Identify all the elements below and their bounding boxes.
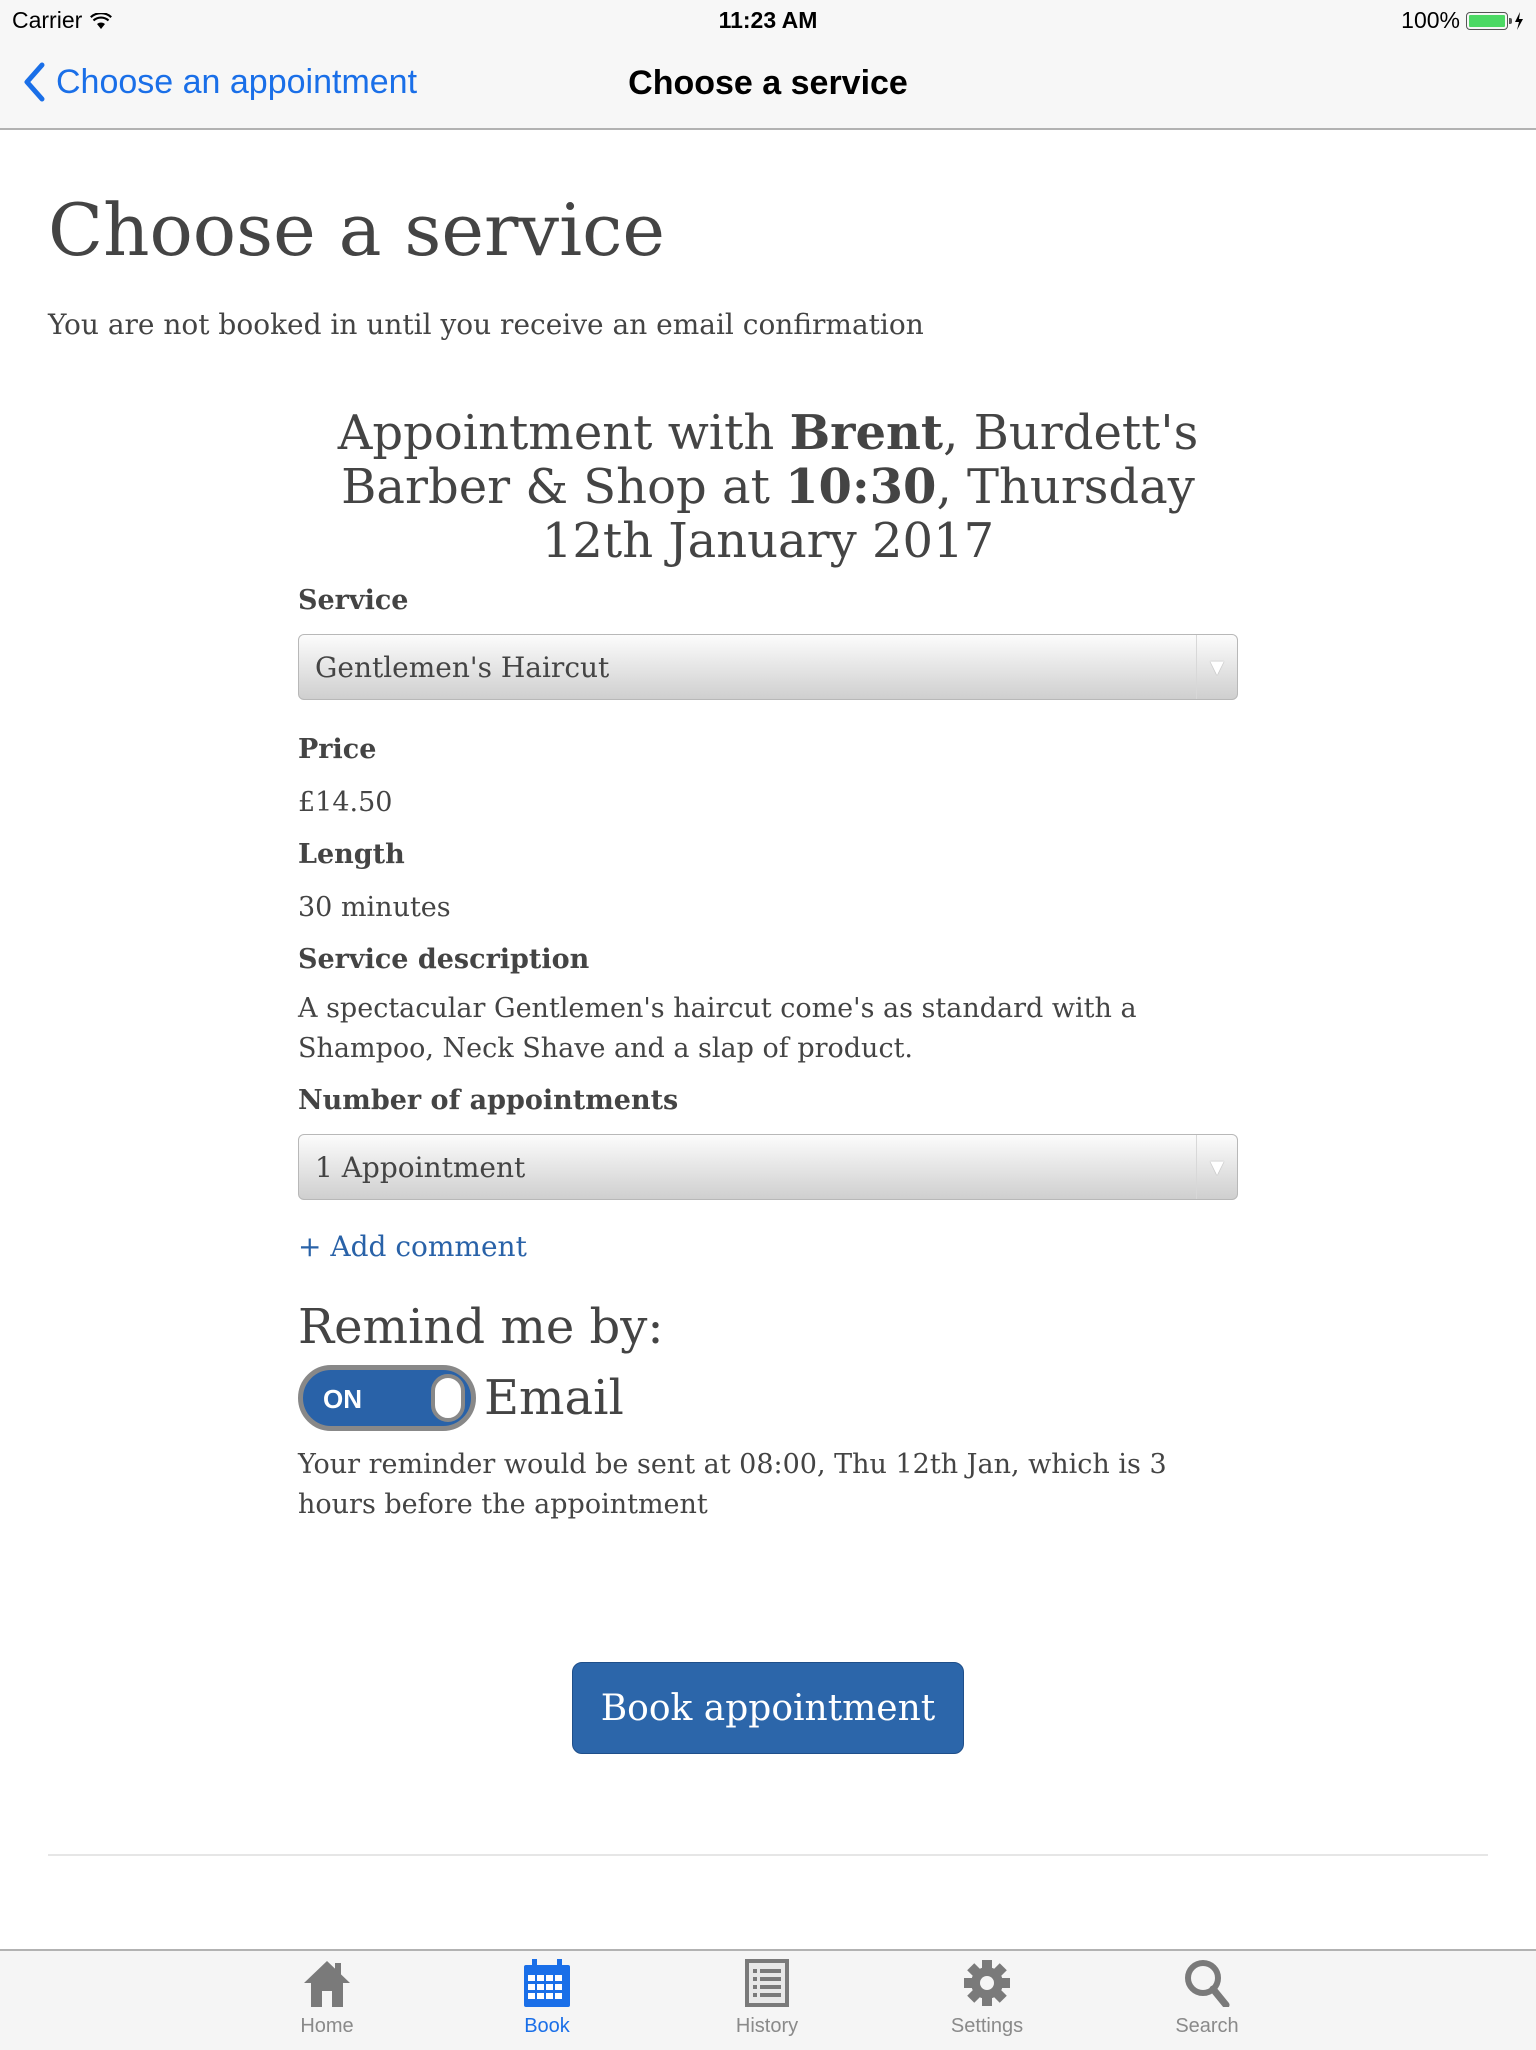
service-form: Service Gentlemen's Haircut ▼ Price £14.… bbox=[298, 585, 1238, 1525]
home-icon bbox=[304, 1961, 350, 2007]
search-icon bbox=[1185, 1960, 1230, 2007]
price-label: Price bbox=[298, 734, 377, 765]
tab-home[interactable]: Home bbox=[257, 1959, 397, 2038]
count-selected: 1 Appointment bbox=[315, 1150, 526, 1184]
add-comment-link[interactable]: + Add comment bbox=[298, 1230, 1238, 1263]
appt-prefix: Appointment with bbox=[337, 405, 790, 461]
battery-status: 100% bbox=[1401, 7, 1524, 34]
tab-settings[interactable]: Settings bbox=[917, 1959, 1057, 2038]
tab-book[interactable]: Book bbox=[477, 1959, 617, 2038]
gear-icon bbox=[964, 1960, 1010, 2006]
service-select[interactable]: Gentlemen's Haircut ▼ bbox=[298, 634, 1238, 700]
tab-label: Search bbox=[1175, 2015, 1239, 2037]
reminder-note: Your reminder would be sent at 08:00, Th… bbox=[298, 1449, 1167, 1520]
status-bar: Carrier 11:23 AM 100% bbox=[0, 0, 1536, 40]
tab-label: Home bbox=[300, 2015, 354, 2037]
calendar-icon bbox=[524, 1959, 570, 2007]
email-reminder-toggle[interactable]: ON bbox=[298, 1365, 476, 1431]
length-label: Length bbox=[298, 839, 405, 870]
chevron-down-icon: ▼ bbox=[1196, 1135, 1237, 1199]
nav-title: Choose a service bbox=[628, 64, 908, 102]
description-label: Service description bbox=[298, 944, 590, 975]
divider bbox=[48, 1854, 1488, 1856]
reminder-method: Email bbox=[484, 1370, 624, 1426]
navigation-bar: Choose an appointment Choose a service bbox=[0, 40, 1536, 130]
tab-search[interactable]: Search bbox=[1137, 1959, 1277, 2038]
service-selected: Gentlemen's Haircut bbox=[315, 650, 610, 684]
appt-time: 10:30 bbox=[785, 459, 937, 515]
toggle-state: ON bbox=[323, 1384, 362, 1414]
appt-staff: Brent bbox=[789, 405, 944, 461]
length-value: 30 minutes bbox=[298, 892, 451, 923]
count-label: Number of appointments bbox=[298, 1085, 679, 1116]
toggle-knob bbox=[431, 1374, 465, 1422]
appointment-summary: Appointment with Brent, Burdett's Barber… bbox=[298, 406, 1238, 568]
page-title: Choose a service bbox=[48, 188, 666, 272]
tab-label: Book bbox=[524, 2015, 570, 2037]
tab-bar: Home Book History Settings Search bbox=[0, 1949, 1536, 2050]
price-value: £14.50 bbox=[298, 787, 393, 818]
email-reminder-row: ON Email bbox=[298, 1365, 1238, 1431]
charging-icon bbox=[1515, 11, 1523, 30]
appointment-count-select[interactable]: 1 Appointment ▼ bbox=[298, 1134, 1238, 1200]
booking-notice: You are not booked in until you receive … bbox=[48, 308, 924, 341]
service-label: Service bbox=[298, 585, 409, 616]
battery-percent: 100% bbox=[1401, 7, 1460, 33]
remind-heading: Remind me by: bbox=[298, 1299, 664, 1355]
tab-label: History bbox=[735, 2015, 799, 2037]
description-value: A spectacular Gentlemen's haircut come's… bbox=[298, 993, 1137, 1064]
chevron-down-icon: ▼ bbox=[1196, 635, 1237, 699]
tab-label: Settings bbox=[950, 2015, 1024, 2037]
tab-history[interactable]: History bbox=[697, 1959, 837, 2038]
battery-icon bbox=[1466, 11, 1512, 30]
clock: 11:23 AM bbox=[718, 7, 818, 33]
list-icon bbox=[745, 1959, 789, 2007]
book-appointment-button[interactable]: Book appointment bbox=[572, 1662, 964, 1754]
